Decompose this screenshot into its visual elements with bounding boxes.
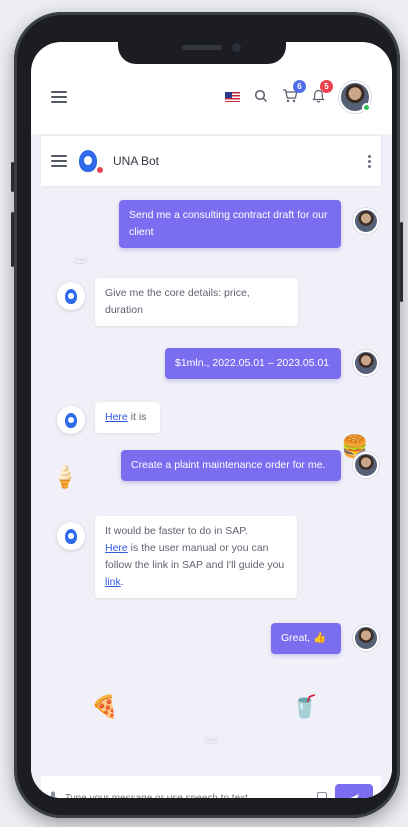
here-link[interactable]: Here <box>105 542 128 554</box>
background-doodle: ☕ <box>201 724 221 749</box>
menu-icon[interactable] <box>51 91 67 103</box>
bot-avatar <box>57 522 85 550</box>
message-text: It would be faster to do in SAP. <box>105 525 248 537</box>
bot-message: Give me the core details: price, duratio… <box>95 278 298 326</box>
message-composer <box>41 776 381 798</box>
user-avatar-small <box>353 625 379 651</box>
bell-icon[interactable]: 5 <box>312 79 333 106</box>
here-link[interactable]: Here <box>105 411 128 423</box>
send-icon <box>349 793 359 798</box>
guide-link[interactable]: link <box>105 576 121 588</box>
send-button[interactable] <box>335 784 373 798</box>
phone-notch <box>118 36 286 64</box>
phone-screen: 6 5 ☕ 🍦 🍔 🥤 🍕 ☕ UNA Bot Send me a consul… <box>31 42 392 798</box>
speaker <box>182 45 222 50</box>
online-status-dot <box>362 103 371 112</box>
phone-button <box>400 222 403 302</box>
chat-menu-icon[interactable] <box>51 155 67 167</box>
bot-avatar <box>57 406 85 434</box>
user-avatar-small <box>353 350 379 376</box>
message-input[interactable] <box>65 792 309 798</box>
phone-button <box>11 212 14 267</box>
thumbs-up-emoji: 👍 <box>313 632 327 644</box>
us-flag-icon[interactable] <box>225 92 240 102</box>
background-doodle: 🥤 <box>291 694 319 719</box>
phone-button <box>11 162 14 192</box>
message-text: it is <box>127 411 147 423</box>
bot-message: Here it is <box>95 402 160 433</box>
mic-icon[interactable] <box>49 791 57 798</box>
user-message: Create a plaint maintenance order for me… <box>121 450 341 481</box>
user-avatar-small <box>353 452 379 478</box>
message-text: Great, <box>281 632 311 644</box>
top-bar-actions: 6 5 <box>225 79 371 113</box>
bot-logo-icon <box>79 150 104 174</box>
app-top-bar: 6 5 <box>41 64 381 130</box>
camera <box>232 43 241 52</box>
bot-avatar <box>57 282 85 310</box>
bot-message: It would be faster to do in SAP. Here is … <box>95 516 297 598</box>
user-message: Send me a consulting contract draft for … <box>119 200 341 248</box>
background-doodle: 🍦 <box>51 464 79 489</box>
document-icon[interactable] <box>317 792 327 798</box>
message-text: is the user manual or you can follow the… <box>105 542 285 571</box>
bot-name: UNA Bot <box>113 154 160 168</box>
search-icon[interactable] <box>254 89 268 106</box>
notification-count-badge: 5 <box>320 79 333 93</box>
kebab-icon[interactable] <box>368 154 371 168</box>
cart-icon[interactable]: 6 <box>282 79 306 106</box>
chat-area: ☕ 🍦 🍔 🥤 🍕 ☕ UNA Bot Send me a consulting… <box>31 134 392 798</box>
user-avatar[interactable] <box>339 81 371 113</box>
user-avatar-small <box>353 208 379 234</box>
chat-header: UNA Bot <box>41 136 381 186</box>
user-message: $1mln., 2022.05.01 – 2023.05.01 <box>165 348 341 379</box>
background-doodle: 🍕 <box>91 694 119 719</box>
background-doodle: ☕ <box>71 244 91 269</box>
cart-count-badge: 6 <box>293 79 306 93</box>
message-text: . <box>120 576 124 588</box>
user-message: Great, 👍 <box>271 623 341 654</box>
